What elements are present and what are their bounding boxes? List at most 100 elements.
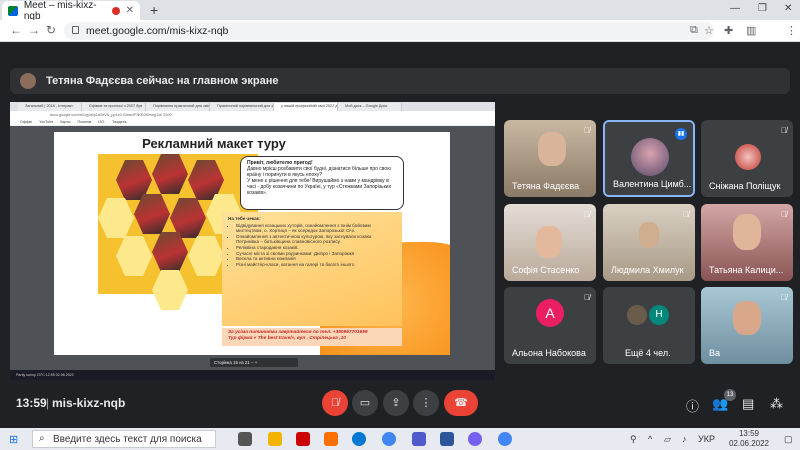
slide-title: Рекламний макет туру xyxy=(142,136,286,151)
participant-tile[interactable]: 🎙̸ Софія Стасенко xyxy=(504,204,596,281)
present-screen-button[interactable]: ⇪ xyxy=(383,390,409,416)
end-call-button[interactable]: ☎ xyxy=(444,390,478,416)
bookmark: Позитив ІЗО: Тиждень xyxy=(77,120,127,124)
participant-name: Сніжана Поліщук xyxy=(709,181,781,191)
menu-kebab-icon[interactable]: ⋮ xyxy=(786,24,797,37)
activities-icon[interactable]: ⁂ xyxy=(770,396,783,412)
word-icon[interactable] xyxy=(440,432,454,446)
edge-icon[interactable] xyxy=(352,432,366,446)
screen-share-icon[interactable]: ⧉ xyxy=(690,24,698,37)
bubble-line: У мене є рішення для тебе! Вирушаймо з н… xyxy=(247,178,392,196)
extensions-icon[interactable]: ✚ xyxy=(724,24,733,37)
chrome-active-icon[interactable] xyxy=(498,432,512,446)
forward-icon[interactable]: → xyxy=(28,23,40,37)
slide-pager: Сторінка 16 из 21 − + xyxy=(210,358,298,367)
close-window-icon[interactable]: ✕ xyxy=(784,3,792,14)
taskbar-clock[interactable]: 13:59 02.06.2022 xyxy=(728,429,770,449)
tray-person-icon[interactable]: ⚲ xyxy=(630,434,637,445)
sidebar-icon[interactable]: ▥ xyxy=(746,24,756,37)
url-input[interactable]: meet.google.com/mis-kixz-nqb xyxy=(64,22,714,40)
slide: Рекламний макет туру Привіт, любителю пр… xyxy=(54,132,450,355)
people-count-badge: 13 xyxy=(724,389,736,401)
back-icon[interactable]: ← xyxy=(10,23,22,37)
presenter-banner-text: Тетяна Фадєєва сейчас на главном экране xyxy=(46,75,279,87)
mic-toggle-button[interactable]: 🎙̸ xyxy=(322,390,348,416)
file-explorer-icon[interactable] xyxy=(268,432,282,446)
tray-language[interactable]: УКР xyxy=(698,434,715,444)
contact-line: Тур фірма « The best travel», вул . Стрі… xyxy=(228,336,346,341)
participant-tile[interactable]: 🎙̸ Сніжана Поліщук xyxy=(701,120,793,197)
participant-avatar xyxy=(631,138,669,176)
meet-favicon-icon xyxy=(8,5,18,16)
star-icon[interactable]: ☆ xyxy=(704,24,714,37)
shared-tab: у нашій професійній свої 2022 для xyxy=(274,103,338,111)
browser-tab-strip: Meet – mis-kixz-nqb ✕ + — ❐ ✕ xyxy=(0,0,800,22)
participant-tile[interactable]: А 🎙̸ Альона Набокова xyxy=(504,287,596,364)
speech-bubble: Привіт, любителю пригод! Давно мрієш роз… xyxy=(240,156,404,210)
more-participants-label: Ещё 4 чел. xyxy=(625,348,671,358)
url-text: meet.google.com/mis-kixz-nqb xyxy=(86,25,229,37)
participant-name: Тетяна Фадєєва xyxy=(512,181,580,191)
search-placeholder: Введите здесь текст для поиска xyxy=(53,434,202,445)
taskbar-search-input[interactable]: ⌕ Введите здесь текст для поиска xyxy=(32,430,216,448)
tab-title: Meet – mis-kixz-nqb xyxy=(23,0,97,22)
more-options-button[interactable]: ⋮ xyxy=(413,390,439,416)
info-heading: На тебе чекає: xyxy=(228,216,261,221)
more-participants-tile[interactable]: Н Ещё 4 чел. xyxy=(603,287,695,364)
address-bar-row: ← → ↻ meet.google.com/mis-kixz-nqb ⧉ ☆ ✚… xyxy=(0,20,800,57)
participant-tile[interactable]: 🎙̸ Ва xyxy=(701,287,793,364)
info-item: Ознайомлення з автентичною культурою, як… xyxy=(236,234,396,245)
participant-tile[interactable]: 🎙̸ Татьяна Калици... xyxy=(701,204,793,281)
bookmark: Карты xyxy=(60,120,71,124)
app-icon[interactable] xyxy=(324,432,338,446)
separator: | xyxy=(46,396,50,410)
tray-network-icon[interactable]: ▱ xyxy=(664,434,671,445)
tray-chevron-icon[interactable]: ^ xyxy=(648,434,652,444)
new-tab-button[interactable]: + xyxy=(150,2,158,18)
participant-face xyxy=(733,301,761,335)
mic-off-icon: 🎙̸ xyxy=(584,210,590,219)
browser-tab-meet[interactable]: Meet – mis-kixz-nqb ✕ xyxy=(2,0,140,22)
shared-tab: Практичний порівняльний для зміни xyxy=(210,103,274,111)
meeting-time: 13:59 xyxy=(16,396,47,410)
participant-tile[interactable]: 🎙̸ Тетяна Фадєєва xyxy=(504,120,596,197)
task-view-icon[interactable] xyxy=(238,432,252,446)
participant-tile[interactable]: 🎙̸ Людмила Хмилук xyxy=(603,204,695,281)
meeting-info-icon[interactable]: ⓘ xyxy=(686,396,699,415)
mail-icon[interactable] xyxy=(296,432,310,446)
teams-icon[interactable] xyxy=(412,432,426,446)
mic-off-icon: 🎙̸ xyxy=(584,293,590,302)
shared-browser-tabs: Загальний | 2018 - Інтеракт. Єфімов та п… xyxy=(10,102,495,111)
windows-start-icon[interactable]: ⊞ xyxy=(9,433,18,446)
maximize-icon[interactable]: ❐ xyxy=(758,3,767,14)
camera-toggle-button[interactable]: ▭ xyxy=(352,390,378,416)
mic-off-icon: 🎙̸ xyxy=(683,210,689,219)
info-item: Відвідування козацьких хуторів, ознайомл… xyxy=(236,223,396,234)
windows-taskbar: ⊞ ⌕ Введите здесь текст для поиска ⚲ ^ ▱… xyxy=(0,428,800,450)
presenter-avatar xyxy=(20,73,36,89)
mic-off-icon: 🎙̸ xyxy=(781,210,787,219)
chrome-icon[interactable] xyxy=(382,432,396,446)
clock-time: 13:59 xyxy=(738,429,760,438)
tour-info-box: На тебе чекає: Відвідування козацьких ху… xyxy=(222,212,402,326)
tray-volume-icon[interactable]: ♪ xyxy=(682,434,687,444)
participant-face xyxy=(538,132,566,166)
reload-icon[interactable]: ↻ xyxy=(46,23,56,37)
participant-avatar xyxy=(627,305,647,325)
participant-face xyxy=(733,214,761,250)
chat-icon[interactable]: ▤ xyxy=(742,396,754,412)
meeting-code: mis-kixz-nqb xyxy=(52,396,126,410)
mic-off-icon: 🎙̸ xyxy=(781,126,787,135)
speaking-icon: ▮▮ xyxy=(675,128,687,140)
participant-avatar xyxy=(735,144,761,170)
notifications-icon[interactable]: ▢ xyxy=(784,434,793,445)
minimize-icon[interactable]: — xyxy=(730,3,740,14)
viber-icon[interactable] xyxy=(468,432,482,446)
participant-name: Софія Стасенко xyxy=(512,265,580,275)
shared-tab: Єфімов та прогнозі з 2007 був xyxy=(82,103,146,111)
close-tab-icon[interactable]: ✕ xyxy=(126,5,134,16)
recording-dot-icon xyxy=(111,6,120,15)
participant-tile[interactable]: ▮▮ Валентина Цимб... xyxy=(603,120,695,197)
slide-viewer: Рекламний макет туру Привіт, любителю пр… xyxy=(10,126,495,370)
meet-stage: Тетяна Фадєєва сейчас на главном экране … xyxy=(0,42,800,420)
